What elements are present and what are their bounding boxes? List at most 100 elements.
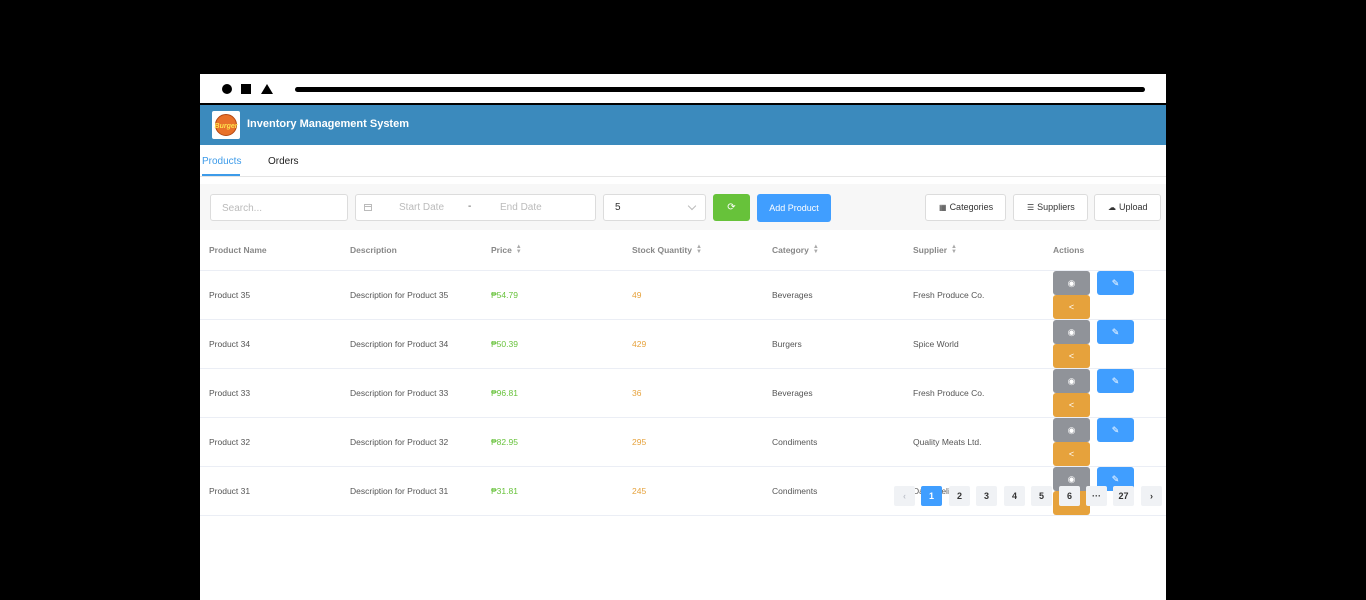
refresh-icon: ⟳ — [727, 202, 736, 213]
pencil-icon: ✎ — [1111, 278, 1120, 288]
search-input[interactable]: Search... — [210, 194, 348, 221]
page-size-select[interactable]: 5 — [603, 194, 706, 221]
eye-icon: ◉ — [1067, 278, 1076, 288]
col-stock[interactable]: Stock Quantity ▲ ▼ — [623, 230, 763, 271]
end-date-input[interactable]: End Date — [500, 202, 542, 213]
upload-button[interactable]: ☁ Upload — [1094, 194, 1161, 221]
sort-icon[interactable]: ▲ ▼ — [951, 244, 957, 255]
col-supplier[interactable]: Supplier ▲ ▼ — [904, 230, 1044, 271]
col-price[interactable]: Price ▲ ▼ — [482, 230, 623, 271]
sort-icon[interactable]: ▲ ▼ — [813, 244, 819, 255]
refresh-button[interactable]: ⟳ — [713, 194, 750, 221]
cell-description: Description for Product 35 — [341, 270, 482, 320]
cell-price: ₱82.95 — [482, 417, 623, 467]
triangle-icon — [261, 84, 273, 94]
sort-icon[interactable]: ▲ ▼ — [516, 244, 522, 255]
pagination: ‹ 1 2 3 4 5 6 ··· 27 › — [200, 486, 1166, 508]
prev-page-button[interactable]: ‹ — [894, 486, 915, 506]
page-5[interactable]: 5 — [1031, 486, 1052, 506]
cell-description: Description for Product 33 — [341, 368, 482, 418]
cell-actions: ◉ ✎ < — [1044, 270, 1166, 320]
cell-stock: 36 — [623, 368, 763, 418]
categories-button[interactable]: ▦ Categories — [925, 194, 1006, 221]
cell-price: ₱50.39 — [482, 319, 623, 369]
add-product-button[interactable]: Add Product — [757, 194, 831, 222]
pencil-icon: ✎ — [1111, 327, 1120, 337]
window-chrome — [200, 74, 1166, 103]
page-6[interactable]: 6 — [1059, 486, 1080, 506]
page-4[interactable]: 4 — [1004, 486, 1025, 506]
eye-icon: ◉ — [1067, 425, 1076, 435]
cell-category: Beverages — [763, 368, 904, 418]
view-button[interactable]: ◉ — [1053, 369, 1090, 393]
edit-button[interactable]: ✎ — [1097, 418, 1134, 442]
calendar-icon — [364, 204, 372, 211]
address-bar[interactable] — [295, 87, 1145, 92]
list-icon: ☰ — [1027, 203, 1035, 212]
cell-supplier: Spice World — [904, 319, 1044, 369]
cell-name: Product 34 — [200, 319, 341, 369]
share-button[interactable]: < — [1053, 393, 1090, 417]
cell-name: Product 35 — [200, 270, 341, 320]
table-row: Product 32 Description for Product 32 ₱8… — [200, 417, 1166, 467]
eye-icon: ◉ — [1067, 474, 1076, 484]
page-size-value: 5 — [615, 202, 621, 213]
circle-icon — [222, 84, 232, 94]
sort-icon[interactable]: ▲ ▼ — [696, 244, 702, 255]
share-icon: < — [1068, 351, 1075, 361]
pencil-icon: ✎ — [1111, 474, 1120, 484]
view-button[interactable]: ◉ — [1053, 271, 1090, 295]
suppliers-button[interactable]: ☰ Suppliers — [1013, 194, 1088, 221]
app-header: Burger Inventory Management System — [200, 105, 1166, 145]
col-category[interactable]: Category ▲ ▼ — [763, 230, 904, 271]
cell-stock: 49 — [623, 270, 763, 320]
cell-name: Product 32 — [200, 417, 341, 467]
cell-description: Description for Product 32 — [341, 417, 482, 467]
col-actions: Actions — [1044, 230, 1166, 271]
page-1[interactable]: 1 — [921, 486, 942, 506]
col-description: Description — [341, 230, 482, 271]
tab-products[interactable]: Products — [202, 156, 241, 167]
square-icon — [241, 84, 251, 94]
view-button[interactable]: ◉ — [1053, 418, 1090, 442]
cell-price: ₱54.79 — [482, 270, 623, 320]
page-2[interactable]: 2 — [949, 486, 970, 506]
share-button[interactable]: < — [1053, 442, 1090, 466]
pencil-icon: ✎ — [1111, 425, 1120, 435]
browser-window: Burger Inventory Management System Produ… — [200, 74, 1166, 600]
upload-label: Upload — [1119, 202, 1148, 212]
cell-supplier: Fresh Produce Co. — [904, 270, 1044, 320]
edit-button[interactable]: ✎ — [1097, 369, 1134, 393]
cell-description: Description for Product 34 — [341, 319, 482, 369]
share-button[interactable]: < — [1053, 295, 1090, 319]
date-range-picker[interactable]: Start Date - End Date — [355, 194, 596, 221]
cell-category: Condiments — [763, 417, 904, 467]
more-pages-button[interactable]: ··· — [1086, 486, 1107, 506]
table-row: Product 34 Description for Product 34 ₱5… — [200, 319, 1166, 369]
share-icon: < — [1068, 400, 1075, 410]
col-stock-label: Stock Quantity — [632, 244, 692, 255]
tab-bar: Products Orders — [200, 145, 1166, 177]
start-date-input[interactable]: Start Date — [399, 202, 444, 213]
cell-stock: 429 — [623, 319, 763, 369]
edit-button[interactable]: ✎ — [1097, 271, 1134, 295]
categories-label: Categories — [949, 202, 994, 212]
col-category-label: Category — [772, 244, 809, 255]
cell-category: Beverages — [763, 270, 904, 320]
cell-category: Burgers — [763, 319, 904, 369]
next-page-button[interactable]: › — [1141, 486, 1162, 506]
col-price-label: Price — [491, 244, 512, 255]
grid-icon: ▦ — [939, 203, 947, 212]
tab-orders[interactable]: Orders — [268, 156, 299, 167]
cloud-upload-icon: ☁ — [1108, 203, 1116, 212]
table-row: Product 33 Description for Product 33 ₱9… — [200, 368, 1166, 418]
view-button[interactable]: ◉ — [1053, 320, 1090, 344]
cell-price: ₱96.81 — [482, 368, 623, 418]
page-27[interactable]: 27 — [1113, 486, 1134, 506]
suppliers-label: Suppliers — [1037, 202, 1075, 212]
edit-button[interactable]: ✎ — [1097, 320, 1134, 344]
pencil-icon: ✎ — [1111, 376, 1120, 386]
page-3[interactable]: 3 — [976, 486, 997, 506]
toolbar: Search... Start Date - End Date 5 ⟳ Add … — [200, 184, 1166, 230]
share-button[interactable]: < — [1053, 344, 1090, 368]
